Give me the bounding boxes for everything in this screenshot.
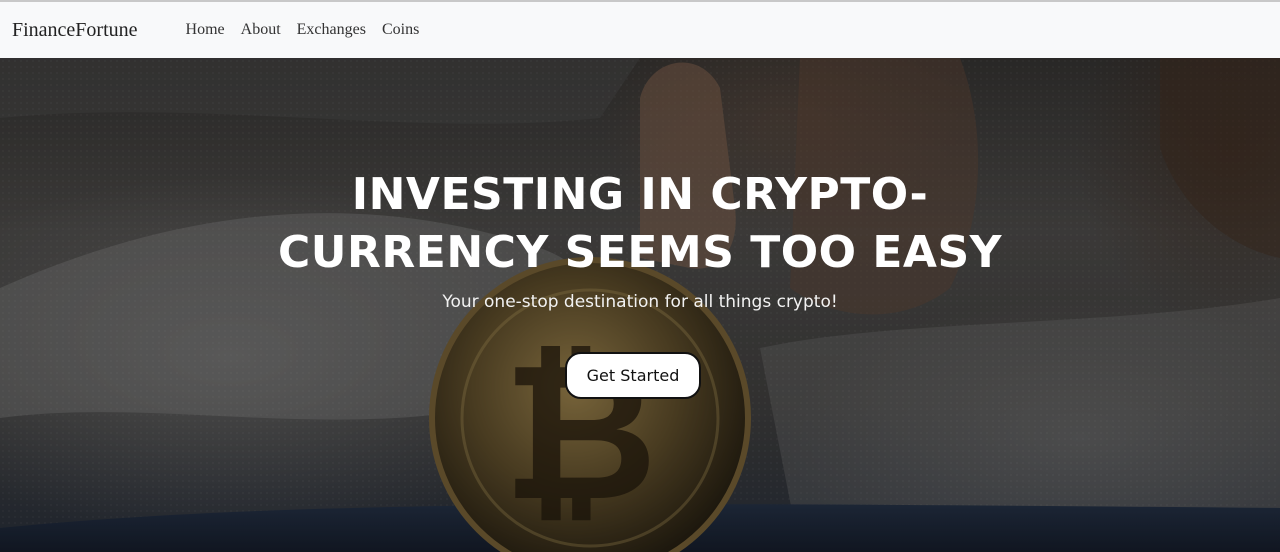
hero-section: ₿ INVESTING IN CRYPTO-CURRENCY SEEMS TOO… xyxy=(0,58,1280,552)
brand-logo[interactable]: FinanceFortune xyxy=(12,19,138,42)
hero-headline: INVESTING IN CRYPTO-CURRENCY SEEMS TOO E… xyxy=(277,169,1003,278)
hero-subtitle: Your one-stop destination for all things… xyxy=(442,292,838,312)
nav-links: Home About Exchanges Coins xyxy=(186,21,420,39)
get-started-button[interactable]: Get Started xyxy=(564,352,702,399)
navbar: FinanceFortune Home About Exchanges Coin… xyxy=(0,0,1280,58)
nav-link-exchanges[interactable]: Exchanges xyxy=(297,21,366,39)
nav-link-coins[interactable]: Coins xyxy=(382,21,419,39)
nav-link-home[interactable]: Home xyxy=(186,21,225,39)
nav-link-about[interactable]: About xyxy=(241,21,281,39)
hero-content: INVESTING IN CRYPTO-CURRENCY SEEMS TOO E… xyxy=(0,166,1280,399)
